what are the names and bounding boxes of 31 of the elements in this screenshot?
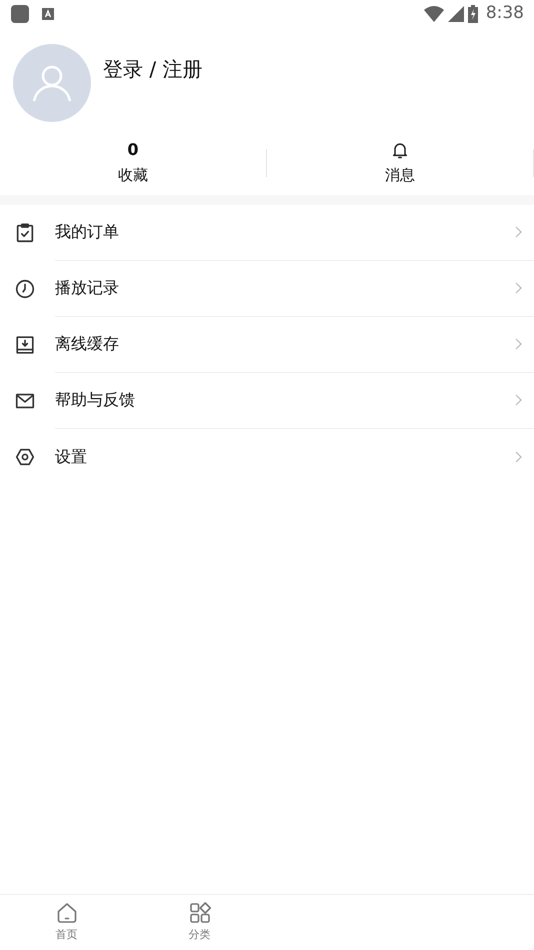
chevron-right-icon (514, 338, 522, 350)
stat-item[interactable]: 消息 (267, 138, 533, 188)
menu-item[interactable]: 我的订单 (0, 204, 534, 260)
chevron-right-icon (514, 226, 522, 238)
menu-item[interactable]: 设置 (0, 428, 534, 484)
menu-label: 离线缓存 (55, 333, 120, 355)
clock-icon (14, 278, 36, 300)
login-register-link[interactable]: 登录 / 注册 (103, 54, 202, 84)
clipboard-check-icon (14, 222, 36, 244)
home-icon (54, 901, 78, 926)
chevron-right-icon (514, 394, 522, 406)
menu-label: 播放记录 (55, 277, 120, 299)
menu-item[interactable]: 离线缓存 (0, 316, 534, 372)
signal-icon (448, 6, 464, 22)
nav-tab[interactable]: 首页 (0, 895, 133, 950)
wifi-icon (424, 6, 444, 22)
menu-label: 帮助与反馈 (55, 389, 136, 411)
keyboard-notification-icon (42, 8, 54, 20)
menu-label: 设置 (55, 446, 88, 468)
stat-item[interactable]: 0 收藏 (0, 138, 266, 188)
nav-tab[interactable]: 分类 (133, 895, 266, 950)
download-icon (14, 334, 36, 356)
menu-item[interactable]: 播放记录 (0, 260, 534, 316)
category-grid-icon (188, 901, 212, 926)
menu-label: 我的订单 (55, 221, 120, 243)
app-notification-icon (10, 4, 30, 24)
status-time: 8:38 (486, 2, 524, 26)
chevron-right-icon (514, 282, 522, 294)
menu-item[interactable]: 帮助与反馈 (0, 372, 534, 428)
chevron-right-icon (514, 450, 522, 462)
battery-charging-icon (468, 5, 478, 23)
